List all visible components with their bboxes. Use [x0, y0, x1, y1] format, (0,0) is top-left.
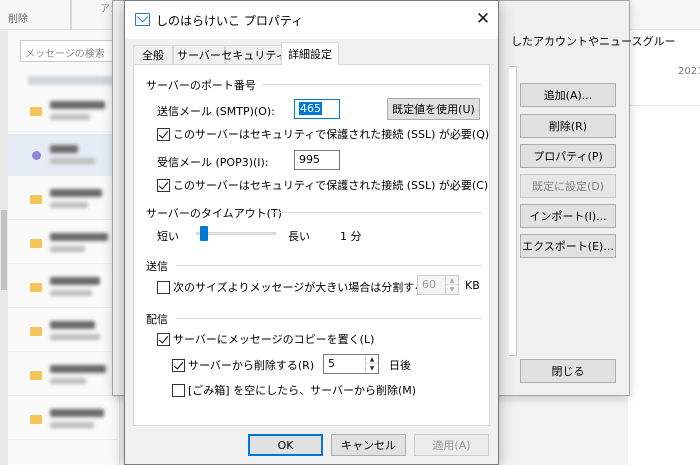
dialog-titlebar[interactable]: しのはらけいこ プロパティ ✕ — [125, 1, 498, 39]
split-size-unit: KB — [465, 279, 480, 292]
scrollbar-thumb[interactable] — [1, 210, 7, 290]
timeout-value: 1 分 — [340, 230, 362, 243]
smtp-ssl-checkbox[interactable]: このサーバーはセキュリティで保護された接続 (SSL) が必要(Q) — [157, 126, 489, 142]
message-list-scrollbar[interactable] — [0, 30, 8, 465]
pop3-ssl-label: このサーバーはセキュリティで保護された接続 (SSL) が必要(C) — [173, 179, 489, 192]
group-divider — [176, 265, 482, 266]
dialog-title: しのはらけいこ プロパティ — [156, 14, 304, 28]
remove-days-value: 5 — [328, 357, 335, 370]
list-item[interactable] — [0, 398, 118, 440]
group-divider — [270, 212, 482, 213]
smtp-port-label: 送信メール (SMTP)(O): — [157, 105, 275, 118]
remove-days-stepper[interactable]: 5 ▲ ▼ — [323, 354, 379, 374]
ok-button[interactable]: OK — [248, 434, 323, 456]
remove-after-label: サーバーから削除する(R) — [188, 359, 315, 372]
close-icon[interactable]: ✕ — [473, 7, 493, 31]
smtp-port-input[interactable]: 465 — [294, 99, 340, 119]
search-placeholder: メッセージの検索 — [25, 49, 105, 60]
folder-icon — [30, 327, 42, 336]
group-divider — [262, 84, 482, 85]
timeout-long-label: 長い — [288, 230, 310, 243]
add-account-button[interactable]: 追加(A)... — [520, 83, 616, 107]
folder-icon — [30, 239, 42, 248]
checkbox-unchecked-icon — [172, 383, 185, 397]
pop3-port-value: 995 — [299, 153, 320, 166]
smtp-port-value: 465 — [299, 102, 322, 115]
message-date: 2021 — [678, 66, 700, 77]
split-messages-label: 次のサイズよりメッセージが大きい場合は分割する(B) — [173, 281, 442, 294]
tab-general[interactable]: 全般 — [133, 45, 173, 64]
timeout-slider[interactable] — [196, 232, 276, 235]
checkbox-checked-icon — [172, 358, 185, 372]
split-size-stepper[interactable]: 60 ▲ ▼ — [417, 275, 459, 295]
checkbox-checked-icon — [157, 178, 170, 192]
leave-copy-label: サーバーにメッセージのコピーを置く(L) — [173, 333, 375, 346]
toolbar-divider — [70, 0, 72, 30]
sending-group-title: 送信 — [146, 260, 168, 273]
folder-icon — [30, 195, 42, 204]
folder-icon — [30, 283, 42, 292]
list-item[interactable] — [0, 178, 118, 220]
checkbox-unchecked-icon — [157, 280, 170, 294]
reading-pane: 2021 — [628, 30, 700, 465]
spin-down-icon[interactable]: ▼ — [446, 285, 458, 294]
mail-check-icon — [135, 13, 150, 26]
folder-icon — [30, 371, 42, 380]
checkbox-checked-icon — [157, 127, 170, 141]
account-properties-dialog: しのはらけいこ プロパティ ✕ 全般 サーバー セキュリティ 詳細設定 サーバー… — [124, 0, 499, 465]
set-default-account-button[interactable]: 既定に設定(D) — [520, 174, 616, 198]
remove-account-button[interactable]: 削除(R) — [520, 114, 616, 138]
folder-icon — [30, 415, 42, 424]
account-properties-button[interactable]: プロパティ(P) — [520, 144, 616, 168]
remove-days-unit: 日後 — [389, 359, 411, 372]
list-item[interactable] — [0, 134, 118, 176]
spin-down-icon[interactable]: ▼ — [366, 364, 378, 373]
accounts-description: したアカウントやニュースグルー — [511, 35, 676, 48]
pop3-port-input[interactable]: 995 — [294, 150, 340, 170]
tab-security[interactable]: セキュリティ — [221, 45, 287, 64]
split-size-value: 60 — [422, 278, 436, 291]
spin-up-icon[interactable]: ▲ — [366, 355, 378, 364]
pop3-ssl-checkbox[interactable]: このサーバーはセキュリティで保護された接続 (SSL) が必要(C) — [157, 177, 488, 193]
spin-up-icon[interactable]: ▲ — [446, 276, 458, 285]
list-item[interactable] — [0, 354, 118, 396]
folder-icon — [30, 107, 42, 116]
delivery-group-title: 配信 — [146, 313, 168, 326]
pop3-port-label: 受信メール (POP3)(I): — [157, 156, 269, 169]
list-item[interactable] — [0, 90, 118, 132]
apply-button[interactable]: 適用(A) — [414, 434, 489, 456]
unread-dot-icon — [32, 151, 41, 160]
list-item[interactable] — [0, 222, 118, 264]
smtp-ssl-label: このサーバーはセキュリティで保護された接続 (SSL) が必要(Q) — [173, 128, 490, 141]
timeout-group-title: サーバーのタイムアウト(T) — [146, 207, 282, 220]
timeout-short-label: 短い — [157, 230, 179, 243]
ports-group-title: サーバーのポート番号 — [146, 79, 256, 92]
checkbox-checked-icon — [157, 332, 170, 346]
sort-header[interactable] — [28, 76, 118, 85]
import-button[interactable]: インポート(I)... — [520, 204, 616, 228]
cancel-button[interactable]: キャンセル — [331, 434, 406, 456]
advanced-tab-panel: サーバーのポート番号 送信メール (SMTP)(O): 465 既定値を使用(U… — [133, 64, 490, 426]
split-messages-checkbox[interactable]: 次のサイズよりメッセージが大きい場合は分割する(B) — [157, 279, 441, 295]
remove-after-checkbox[interactable]: サーバーから削除する(R) — [172, 357, 314, 373]
close-button[interactable]: 閉じる — [520, 359, 616, 383]
list-item[interactable] — [0, 310, 118, 352]
use-defaults-button[interactable]: 既定値を使用(U) — [387, 98, 480, 120]
export-button[interactable]: エクスポート(E)... — [520, 234, 616, 258]
tab-advanced[interactable]: 詳細設定 — [281, 42, 339, 65]
leave-copy-checkbox[interactable]: サーバーにメッセージのコピーを置く(L) — [157, 331, 374, 347]
accounts-list[interactable] — [509, 66, 517, 356]
timeout-slider-thumb[interactable] — [199, 226, 208, 241]
remove-on-empty-label: [ごみ箱] を空にしたら、サーバーから削除(M) — [188, 384, 417, 397]
tab-servers[interactable]: サーバー — [173, 45, 225, 64]
divider — [628, 105, 700, 106]
message-list — [0, 30, 120, 465]
toolbar-delete-label[interactable]: 削除 — [8, 10, 28, 25]
group-divider — [176, 318, 482, 319]
remove-on-empty-checkbox[interactable]: [ごみ箱] を空にしたら、サーバーから削除(M) — [172, 382, 416, 398]
message-search-input[interactable]: メッセージの検索 — [20, 40, 120, 62]
list-item[interactable] — [0, 266, 118, 308]
